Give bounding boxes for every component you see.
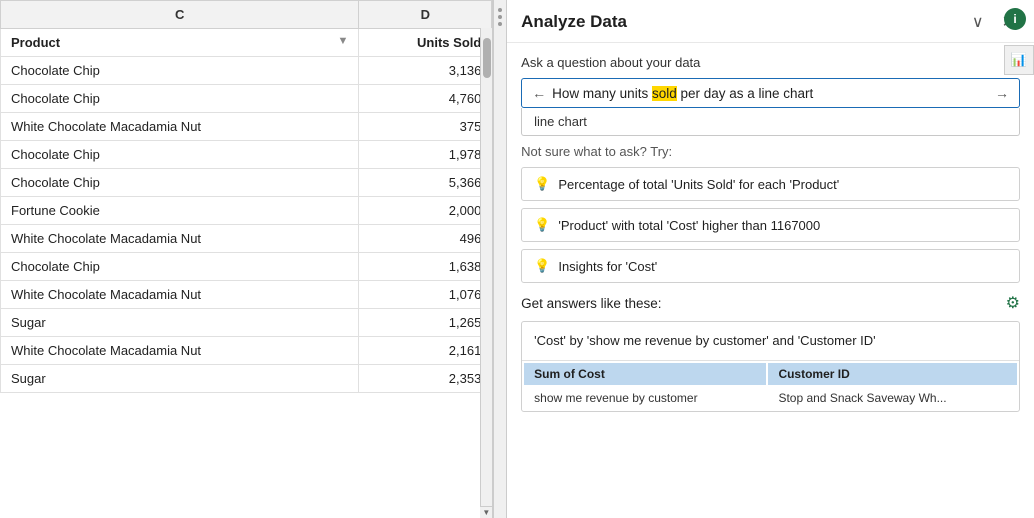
divider-dot-3 [498, 22, 502, 26]
answer-table-header-customer: Customer ID [768, 363, 1017, 385]
col-d-header: D [359, 1, 492, 29]
panel-header: Analyze Data ∨ ✕ [507, 0, 1034, 43]
table-row: Sugar 2,353 [1, 365, 492, 393]
answer-table-header-cost: Sum of Cost [524, 363, 766, 385]
divider-dot-2 [498, 15, 502, 19]
scroll-down-btn[interactable]: ▼ [480, 506, 492, 518]
table-row: White Chocolate Macadamia Nut 375 [1, 113, 492, 141]
table-row: Chocolate Chip 4,760 [1, 85, 492, 113]
product-cell: Chocolate Chip [1, 169, 359, 197]
search-input-text[interactable]: How many units sold per day as a line ch… [552, 86, 989, 101]
product-cell: White Chocolate Macadamia Nut [1, 337, 359, 365]
spreadsheet-table: C D Product ▼ Units Sold Chocolate Chip … [0, 0, 492, 393]
units-cell: 1,265 [359, 309, 492, 337]
search-box-wrapper: ← How many units sold per day as a line … [521, 78, 1020, 136]
units-cell: 2,000 [359, 197, 492, 225]
lightbulb-icon-1: 💡 [534, 176, 550, 192]
product-cell: White Chocolate Macadamia Nut [1, 113, 359, 141]
settings-icon[interactable]: ⚙ [1006, 293, 1020, 313]
answer-card-text: 'Cost' by 'show me revenue by customer' … [522, 322, 1019, 360]
spreadsheet-area: C D Product ▼ Units Sold Chocolate Chip … [0, 0, 493, 518]
scroll-thumb [483, 38, 491, 78]
side-icons-area: 📊 [1004, 45, 1034, 75]
table-row: White Chocolate Macadamia Nut 1,076 [1, 281, 492, 309]
not-sure-label: Not sure what to ask? Try: [521, 144, 1020, 159]
minimize-button[interactable]: ∨ [967, 10, 989, 34]
side-icon-btn-1[interactable]: 📊 [1004, 45, 1034, 75]
suggestion-item-1[interactable]: 💡 Percentage of total 'Units Sold' for e… [521, 167, 1020, 201]
product-cell: White Chocolate Macadamia Nut [1, 281, 359, 309]
product-cell: Sugar [1, 365, 359, 393]
product-cell: Sugar [1, 309, 359, 337]
product-cell: White Chocolate Macadamia Nut [1, 225, 359, 253]
search-back-arrow[interactable]: ← [532, 85, 546, 101]
answer-table-cell-revenue: show me revenue by customer [524, 387, 766, 409]
table-row: Sugar 1,265 [1, 309, 492, 337]
panel-body: Ask a question about your data ← How man… [507, 43, 1034, 518]
units-column-header: Units Sold [359, 29, 492, 57]
table-row: Fortune Cookie 2,000 [1, 197, 492, 225]
suggestion-text-1: Percentage of total 'Units Sold' for eac… [558, 177, 839, 192]
lightbulb-icon-2: 💡 [534, 217, 550, 233]
units-cell: 4,760 [359, 85, 492, 113]
column-header-row: C D [1, 1, 492, 29]
col-c-header: C [1, 1, 359, 29]
cursor-highlight: sold [652, 86, 677, 101]
lightbulb-icon-3: 💡 [534, 258, 550, 274]
product-filter-icon[interactable]: ▼ [338, 35, 349, 47]
panel-divider [493, 0, 507, 518]
product-cell: Chocolate Chip [1, 57, 359, 85]
divider-dot-1 [498, 8, 502, 12]
data-header-row: Product ▼ Units Sold [1, 29, 492, 57]
suggestion-text-3: Insights for 'Cost' [558, 259, 657, 274]
info-button[interactable]: i [1004, 8, 1026, 30]
ask-label: Ask a question about your data [521, 55, 1020, 70]
units-cell: 3,136 [359, 57, 492, 85]
product-cell: Chocolate Chip [1, 85, 359, 113]
panel-title: Analyze Data [521, 12, 627, 32]
table-row: Chocolate Chip 3,136 [1, 57, 492, 85]
table-row: White Chocolate Macadamia Nut 2,161 [1, 337, 492, 365]
product-cell: Fortune Cookie [1, 197, 359, 225]
answer-table-header-row: Sum of Cost Customer ID [524, 363, 1017, 385]
answer-card-table: Sum of Cost Customer ID show me revenue … [522, 360, 1019, 411]
product-cell: Chocolate Chip [1, 141, 359, 169]
search-box[interactable]: ← How many units sold per day as a line … [521, 78, 1020, 108]
analyze-data-panel: i 📊 Analyze Data ∨ ✕ Ask a question abou… [507, 0, 1034, 518]
table-row: Chocolate Chip 5,366 [1, 169, 492, 197]
get-answers-section: Get answers like these: ⚙ 'Cost' by 'sho… [521, 293, 1020, 412]
units-cell: 1,638 [359, 253, 492, 281]
units-cell: 496 [359, 225, 492, 253]
get-answers-label: Get answers like these: [521, 296, 661, 311]
units-cell: 5,366 [359, 169, 492, 197]
product-cell: Chocolate Chip [1, 253, 359, 281]
answer-table-data-row: show me revenue by customer Stop and Sna… [524, 387, 1017, 409]
spreadsheet-scrollbar[interactable]: ▼ [480, 28, 492, 518]
suggestion-item-3[interactable]: 💡 Insights for 'Cost' [521, 249, 1020, 283]
product-column-header: Product ▼ [1, 29, 359, 57]
table-row: Chocolate Chip 1,978 [1, 141, 492, 169]
units-cell: 2,353 [359, 365, 492, 393]
suggestion-item-2[interactable]: 💡 'Product' with total 'Cost' higher tha… [521, 208, 1020, 242]
units-cell: 375 [359, 113, 492, 141]
table-row: Chocolate Chip 1,638 [1, 253, 492, 281]
table-row: White Chocolate Macadamia Nut 496 [1, 225, 492, 253]
units-cell: 2,161 [359, 337, 492, 365]
units-cell: 1,076 [359, 281, 492, 309]
get-answers-header: Get answers like these: ⚙ [521, 293, 1020, 313]
answer-card[interactable]: 'Cost' by 'show me revenue by customer' … [521, 321, 1020, 412]
units-cell: 1,978 [359, 141, 492, 169]
suggestion-text-2: 'Product' with total 'Cost' higher than … [558, 218, 820, 233]
answer-table-cell-customers: Stop and Snack Saveway Wh... [768, 387, 1017, 409]
chart-icon: 📊 [1011, 52, 1027, 68]
autocomplete-dropdown[interactable]: line chart [521, 108, 1020, 136]
search-forward-arrow[interactable]: → [995, 85, 1009, 101]
